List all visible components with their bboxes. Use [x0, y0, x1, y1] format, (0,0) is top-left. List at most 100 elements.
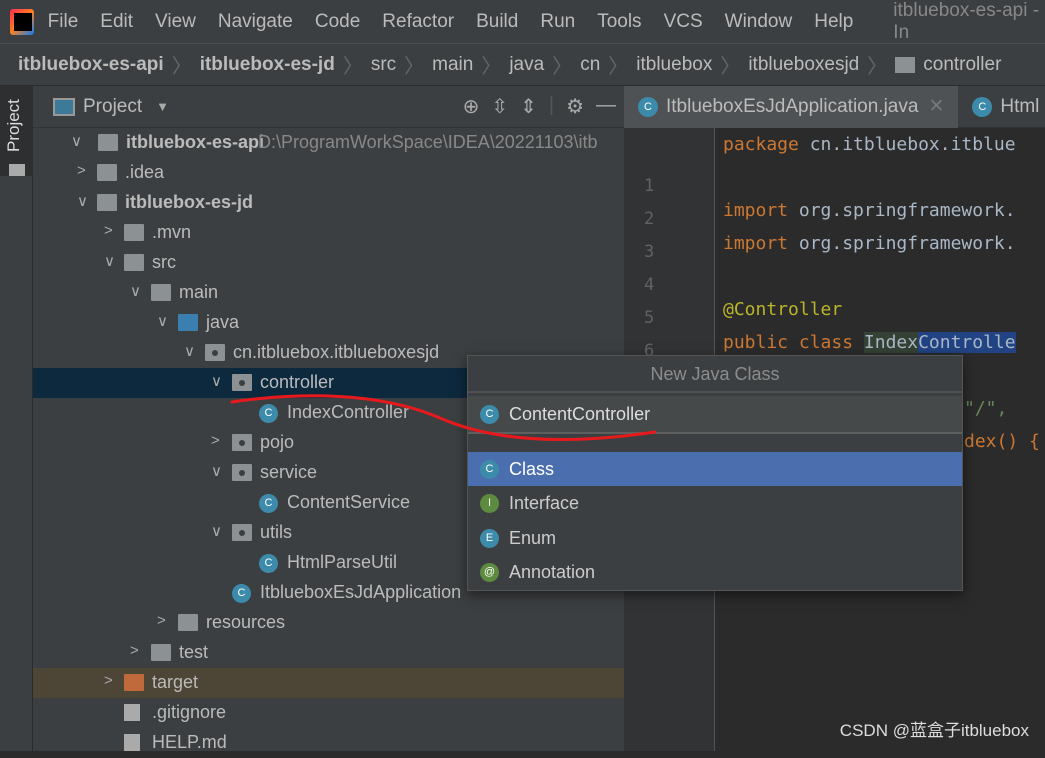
tree-item[interactable]: ∨ java — [33, 308, 624, 338]
tree-item[interactable]: ∨ itbluebox-es-jd — [33, 188, 624, 218]
project-tool-tab[interactable]: Project — [0, 86, 33, 176]
tree-item-label: IndexController — [287, 402, 410, 422]
package-icon — [205, 344, 225, 361]
module-icon — [97, 194, 117, 211]
tree-item-label: test — [179, 642, 209, 662]
gear-icon[interactable]: ⚙ — [566, 94, 584, 119]
annotation-icon: @ — [480, 562, 499, 582]
folder-icon — [124, 254, 144, 271]
chevron-down-icon[interactable]: ∨ — [211, 462, 222, 480]
breadcrumb-item[interactable]: src — [371, 54, 396, 76]
editor-tabs: C ItblueboxEsJdApplication.java ✕ C Html — [624, 85, 1045, 128]
chevron-down-icon[interactable]: ∨ — [130, 282, 141, 300]
package-icon — [232, 434, 252, 451]
tree-item[interactable]: > .mvn — [33, 218, 624, 248]
option-enum[interactable]: E Enum — [468, 521, 962, 555]
tree-item-label: .mvn — [152, 222, 192, 242]
breadcrumb-item[interactable]: cn — [580, 54, 600, 76]
tree-item[interactable]: ∨ itbluebox-es-api D:\ProgramWorkSpace\IDE… — [33, 128, 624, 158]
breadcrumb-item[interactable]: itbluebox-es-api — [18, 54, 164, 76]
menu-help[interactable]: Help — [814, 11, 853, 33]
collapse-all-icon[interactable]: ⇕ — [520, 94, 537, 119]
menu-vcs[interactable]: VCS — [664, 11, 703, 33]
tree-item-label: itbluebox-es-jd — [125, 192, 254, 212]
option-annotation[interactable]: @ Annotation — [468, 555, 962, 589]
locate-icon[interactable]: ⊕ — [463, 94, 480, 119]
tree-item[interactable]: > target — [33, 668, 624, 698]
chevron-down-icon[interactable]: ∨ — [211, 522, 222, 540]
tree-item[interactable]: > test — [33, 638, 624, 668]
breadcrumb-item[interactable]: controller — [923, 54, 1001, 76]
chevron-down-icon[interactable]: ∨ — [104, 252, 115, 270]
project-view-icon — [53, 97, 75, 116]
line-number: 4 — [644, 275, 655, 295]
project-panel-title[interactable]: Project — [83, 96, 142, 118]
breadcrumb-item[interactable]: itbluebox-es-jd — [200, 54, 335, 76]
project-panel-header: Project ▼ ⊕ ⇳ ⇕ | ⚙ — — [33, 86, 624, 128]
chevron-down-icon[interactable]: ∨ — [211, 372, 222, 390]
tab-application[interactable]: C ItblueboxEsJdApplication.java ✕ — [624, 85, 959, 128]
menu-navigate[interactable]: Navigate — [218, 11, 293, 33]
breadcrumb-item[interactable]: itbluebox — [636, 54, 712, 76]
watermark: CSDN @蓝盒子itbluebox — [839, 721, 1029, 740]
option-class[interactable]: C Class — [468, 452, 962, 486]
tree-item-label: pojo — [260, 432, 295, 452]
menu-file[interactable]: File — [48, 11, 79, 33]
tree-item[interactable]: ∨ src — [33, 248, 624, 278]
chevron-down-icon[interactable]: ∨ — [157, 312, 168, 330]
chevron-right-icon[interactable]: > — [104, 222, 113, 239]
code-line-1: package cn.itbluebox.itblue — [723, 134, 1016, 155]
breadcrumb-item[interactable]: main — [432, 54, 473, 76]
minimize-icon[interactable]: — — [596, 94, 616, 119]
chevron-right-icon[interactable]: > — [130, 642, 139, 659]
menu-tools[interactable]: Tools — [597, 11, 641, 33]
chevron-right-icon[interactable]: > — [104, 672, 113, 689]
chevron-right-icon[interactable]: > — [77, 162, 86, 179]
chevron-down-icon[interactable]: ▼ — [156, 99, 169, 114]
tree-item-label: src — [152, 252, 176, 272]
breadcrumb-item[interactable]: itblueboxesjd — [748, 54, 859, 76]
chevron-down-icon[interactable]: ∨ — [184, 342, 195, 360]
package-icon — [232, 464, 252, 481]
tree-item[interactable]: HELP.md — [33, 728, 624, 758]
package-icon — [232, 524, 252, 541]
class-name-input[interactable]: C ContentController — [468, 396, 962, 434]
file-icon — [124, 704, 140, 721]
enum-icon: E — [480, 528, 499, 548]
tree-item[interactable]: .gitignore — [33, 698, 624, 728]
tree-item-label: utils — [260, 522, 293, 542]
module-icon — [98, 134, 118, 151]
breadcrumb: itbluebox-es-api 〉 itbluebox-es-jd 〉 src 〉 … — [0, 44, 1045, 86]
tree-item[interactable]: > .idea — [33, 158, 624, 188]
menu-build[interactable]: Build — [476, 11, 518, 33]
folder-icon — [124, 224, 144, 241]
expand-all-icon[interactable]: ⇳ — [491, 94, 508, 119]
code-line-3: import org.springframework. — [723, 200, 1016, 221]
class-icon: C — [259, 404, 278, 423]
chevron-right-icon[interactable]: > — [157, 612, 166, 629]
tree-item-label: controller — [260, 372, 335, 392]
folder-icon — [895, 56, 916, 73]
close-icon[interactable]: ✕ — [928, 95, 944, 118]
menu-edit[interactable]: Edit — [100, 11, 133, 33]
chevron-right-icon[interactable]: > — [211, 432, 220, 449]
file-icon — [124, 734, 140, 751]
tab-html[interactable]: C Html — [958, 86, 1045, 128]
tree-item[interactable]: > resources — [33, 608, 624, 638]
menu-run[interactable]: Run — [540, 11, 575, 33]
code-line-10: dex() { — [964, 431, 1040, 452]
class-name-value: ContentController — [509, 403, 651, 424]
tab-label: Html — [1000, 95, 1040, 117]
breadcrumb-item[interactable]: java — [509, 54, 544, 76]
menu-refactor[interactable]: Refactor — [382, 11, 454, 33]
tree-item[interactable]: ∨ main — [33, 278, 624, 308]
menu-view[interactable]: View — [155, 11, 196, 33]
root-path: D:\ProgramWorkSpace\IDEA\20221103\itb — [258, 132, 598, 152]
chevron-down-icon[interactable]: ∨ — [71, 132, 82, 150]
option-interface[interactable]: I Interface — [468, 486, 962, 520]
chevron-down-icon[interactable]: ∨ — [77, 192, 88, 210]
menu-code[interactable]: Code — [315, 11, 360, 33]
menu-bar: File Edit View Navigate Code Refactor Bu… — [0, 0, 1045, 44]
menu-window[interactable]: Window — [725, 11, 793, 33]
tree-item-label: ContentService — [287, 492, 411, 512]
